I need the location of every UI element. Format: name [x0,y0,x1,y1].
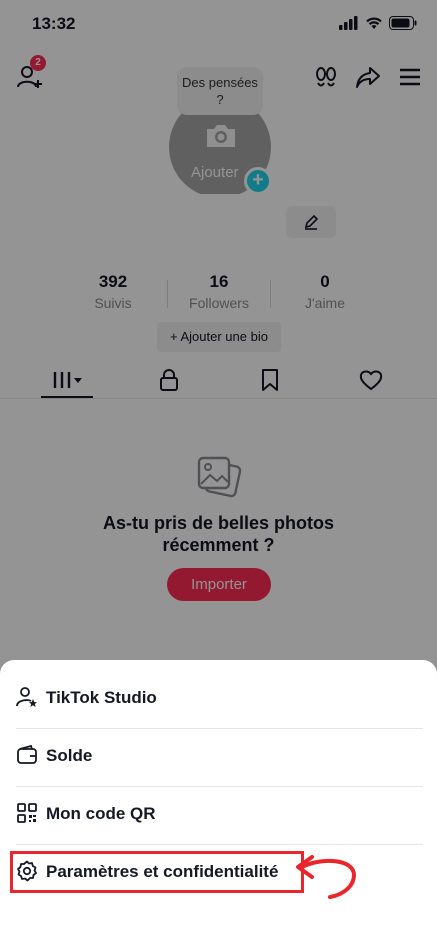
menu-item-tiktok-studio[interactable]: TikTok Studio [0,670,437,726]
menu-item-qr-code[interactable]: Mon code QR [0,786,437,842]
menu-item-balance[interactable]: Solde [0,728,437,784]
menu-item-label: TikTok Studio [46,688,157,707]
qr-code-icon [17,803,37,823]
highlight-box [10,851,304,893]
person-star-icon [16,687,37,707]
menu-item-label: Solde [46,746,93,765]
wallet-icon [17,744,37,764]
menu-item-label: Mon code QR [46,804,156,823]
annotation-arrow-icon [296,855,357,899]
